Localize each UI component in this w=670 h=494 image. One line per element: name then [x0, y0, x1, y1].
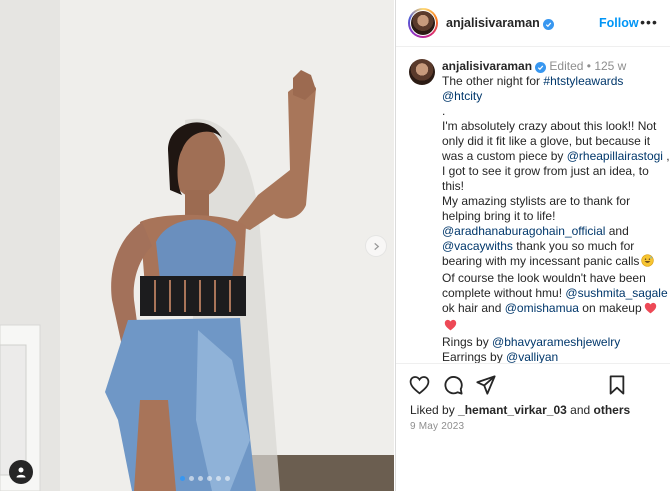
- verified-badge-icon: [542, 19, 554, 30]
- caption-text-span: .: [442, 104, 446, 118]
- caption-line: @aradhanaburagohain_official and: [442, 224, 664, 239]
- carousel-dot: [189, 476, 194, 481]
- caption-line: @vacaywiths thank you so much for: [442, 239, 664, 254]
- share-button[interactable]: [476, 375, 496, 395]
- caption-text: The other night for #htstyleawards @htcit…: [442, 74, 670, 363]
- caption-text-span: Rings by: [442, 335, 493, 349]
- caption-text-span: thank you so much for: [512, 239, 635, 253]
- red-heart-emoji: [444, 319, 457, 335]
- caption-text-span: helping bring it to life!: [442, 209, 556, 223]
- caption-text-span: this!: [442, 179, 465, 193]
- carousel-dot: [207, 476, 212, 481]
- caption-text-span: on makeup: [578, 301, 642, 315]
- carousel-dot: [216, 476, 221, 481]
- mention-link[interactable]: @sushmita_sagale: [565, 286, 667, 300]
- caption-meta: anjalisivaraman Edited • 125 w: [442, 59, 626, 73]
- heart-icon: [409, 376, 430, 395]
- caption-line: .: [442, 104, 664, 119]
- author-username-text[interactable]: anjalisivaraman: [446, 16, 540, 30]
- edited-label: Edited: [549, 59, 584, 73]
- more-options-icon: •••: [640, 14, 658, 30]
- carousel-dot: [180, 476, 185, 481]
- caption-line: Rings by @bhavyarameshjewelry: [442, 335, 664, 350]
- caption-line: I got to see it grow from just an idea, …: [442, 164, 664, 179]
- caption-line: complete without hmu! @sushmita_sagale: [442, 286, 668, 301]
- caption-line: [442, 318, 664, 335]
- mention-link[interactable]: @bhavyarameshjewelry: [492, 335, 620, 349]
- caption-avatar[interactable]: [409, 59, 435, 85]
- like-button[interactable]: [409, 375, 430, 395]
- mention-link[interactable]: @valliyan: [506, 350, 558, 363]
- caption-text-span: My amazing stylists are to thank for: [442, 194, 631, 208]
- author-avatar[interactable]: [408, 8, 438, 38]
- caption-text-span: ,: [662, 149, 670, 163]
- caption-username[interactable]: anjalisivaraman: [442, 59, 532, 73]
- post-details-panel: anjalisivaraman Follow ••• anjalisivaram…: [395, 0, 670, 494]
- verified-badge-icon: [535, 62, 547, 73]
- caption-text-span: I'm absolutely crazy about this look!! N…: [442, 119, 657, 133]
- photo-artwork: [0, 0, 394, 491]
- bookmark-icon: [609, 375, 625, 395]
- carousel-dots: [180, 476, 230, 481]
- likes-user-link[interactable]: _hemant_virkar_03: [458, 403, 567, 417]
- caption-line: this!: [442, 179, 664, 194]
- mention-link[interactable]: @vacaywiths: [442, 239, 513, 253]
- caption-line: helping bring it to life!: [442, 209, 664, 224]
- caption-line: I'm absolutely crazy about this look!! N…: [442, 119, 664, 134]
- user-tag-icon: [16, 467, 26, 478]
- author-username[interactable]: anjalisivaraman: [446, 16, 554, 30]
- comment-icon: [444, 376, 463, 395]
- caption-line: Earrings by @valliyan: [442, 350, 664, 363]
- post-photo[interactable]: [0, 0, 394, 491]
- caption-area: anjalisivaraman Edited • 125 w The other…: [396, 47, 670, 363]
- caption-line: ok hair and @omishamua on makeup: [442, 301, 664, 318]
- caption-text-span: ok hair and: [442, 301, 505, 315]
- post-date[interactable]: 9 May 2023: [410, 421, 464, 432]
- caption-line: bearing with my incessant panic calls: [442, 254, 664, 271]
- caption-text-span: only did it fit like a glove, but becaus…: [442, 134, 651, 148]
- hashtag-link[interactable]: #htstyleawards: [543, 74, 623, 88]
- mention-link[interactable]: @aradhanaburagohain_official: [442, 224, 605, 238]
- caption-text-span: Earrings by: [442, 350, 507, 363]
- save-button[interactable]: [608, 375, 626, 395]
- caption-line: @htcity: [442, 89, 664, 104]
- caption-text-span: The other night for: [442, 74, 544, 88]
- caption-text-span: bearing with my incessant panic calls: [442, 254, 640, 268]
- caption-text-span: Of course the look wouldn't have been: [442, 271, 646, 285]
- share-icon: [476, 375, 496, 395]
- likes-joiner: and: [570, 403, 591, 417]
- post-header: anjalisivaraman Follow •••: [396, 0, 670, 47]
- chevron-right-icon: [373, 242, 379, 250]
- caption-line: was a custom piece by @rheapillairastogi…: [442, 149, 670, 164]
- post-age[interactable]: 125 w: [594, 59, 626, 73]
- caption-line: The other night for #htstyleawards: [442, 74, 664, 89]
- avatar-image: [411, 11, 435, 35]
- mention-link[interactable]: @htcity: [442, 89, 482, 103]
- caption-line: only did it fit like a glove, but becaus…: [442, 134, 664, 149]
- red-heart-emoji: [644, 302, 657, 318]
- likes-summary: Liked by _hemant_virkar_03 and others: [410, 403, 630, 417]
- caption-line: Of course the look wouldn't have been: [442, 271, 664, 286]
- mention-link[interactable]: @omishamua: [505, 301, 579, 315]
- next-photo-button[interactable]: [365, 235, 387, 257]
- more-options-button[interactable]: •••: [640, 13, 658, 31]
- caption-text-span: I got to see it grow from just an idea, …: [442, 164, 649, 178]
- caption-line: My amazing stylists are to thank for: [442, 194, 664, 209]
- carousel-dot: [225, 476, 230, 481]
- caption-text-span: was a custom piece by: [442, 149, 567, 163]
- action-bar: Liked by _hemant_virkar_03 and others 9 …: [396, 363, 670, 494]
- comment-button[interactable]: [443, 375, 463, 395]
- mention-link[interactable]: @rheapillairastogi: [567, 149, 663, 163]
- sweat-smile-emoji: [641, 254, 655, 271]
- meta-separator: •: [586, 59, 591, 73]
- likes-others-link[interactable]: others: [594, 403, 631, 417]
- follow-button[interactable]: Follow: [599, 16, 639, 30]
- caption-text-span: and: [605, 224, 629, 238]
- caption-text-span: complete without hmu!: [442, 286, 566, 300]
- likes-prefix: Liked by: [410, 403, 455, 417]
- carousel-dot: [198, 476, 203, 481]
- tagged-users-button[interactable]: [9, 460, 33, 484]
